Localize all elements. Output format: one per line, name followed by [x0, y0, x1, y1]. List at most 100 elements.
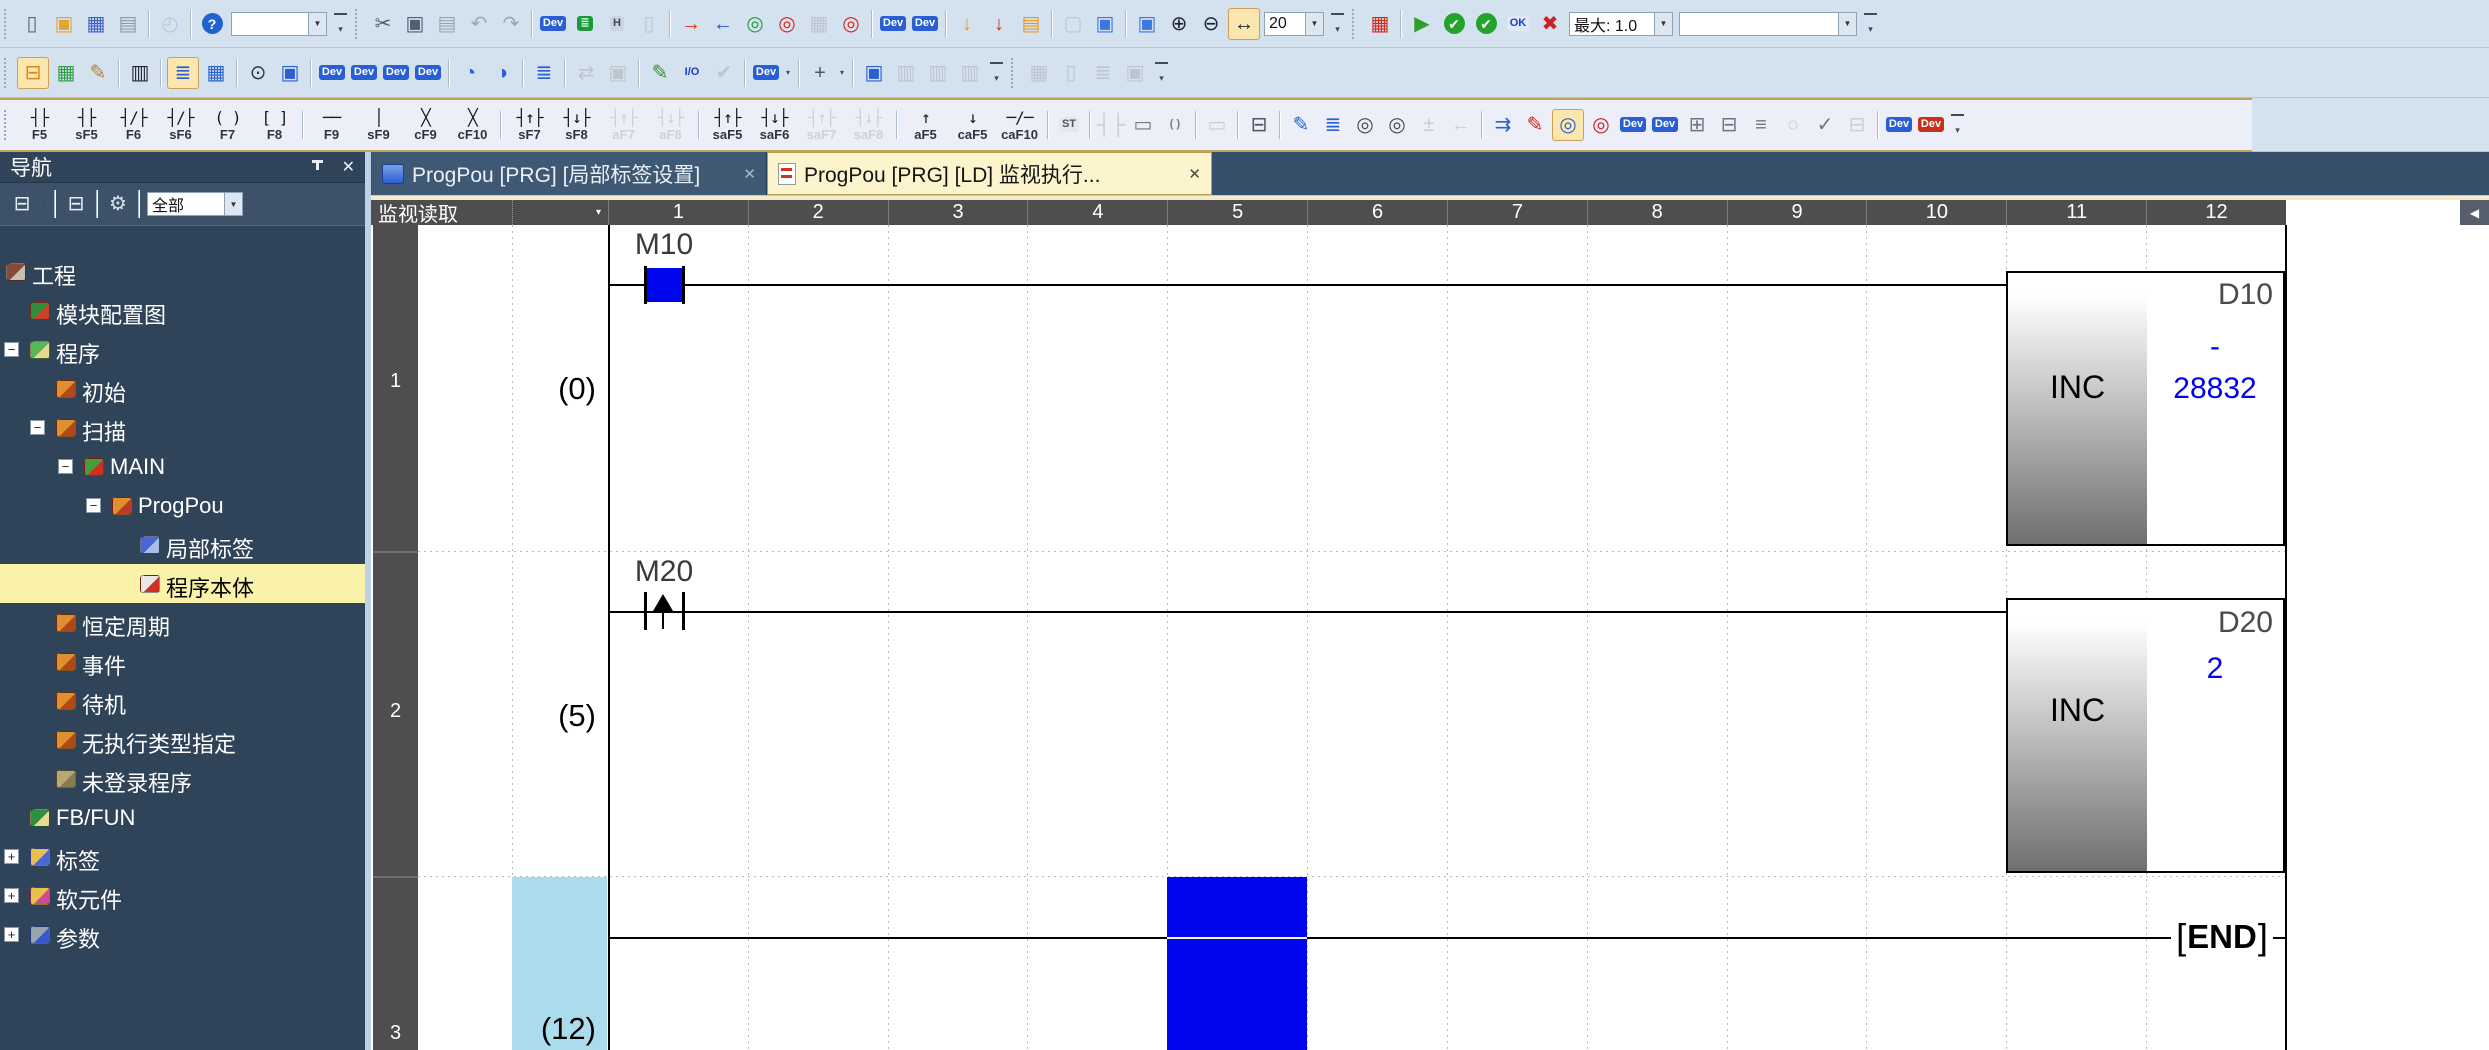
tree-item-fixed-cycle[interactable]: 恒定周期 — [0, 603, 365, 642]
dropdown-arrow[interactable]: ▾ — [38, 200, 50, 209]
dev-search-icon[interactable]: Dev — [1618, 110, 1648, 140]
open-project-icon[interactable]: ▣ — [49, 9, 79, 39]
check-gray-icon[interactable]: ✔ — [709, 58, 739, 88]
tree-item-fb-fun[interactable]: FB/FUN — [0, 798, 365, 837]
convert-check-icon[interactable]: ✔ — [1439, 9, 1469, 39]
edit-pencil-icon[interactable]: ✎ — [1286, 110, 1316, 140]
device-network-icon[interactable]: Dev — [413, 58, 443, 88]
tab-close-icon[interactable]: ✕ — [743, 165, 756, 183]
io-check-icon[interactable]: I/O — [677, 58, 707, 88]
doc-pale-icon[interactable]: ▯ — [634, 9, 664, 39]
element-selection-icon[interactable]: ▦ — [51, 58, 81, 88]
zoom-level-combo[interactable]: 20▼ — [1264, 12, 1324, 36]
horizontal-line-tool[interactable]: ──F9 — [308, 102, 355, 148]
label-editor-icon[interactable]: ✎ — [83, 58, 113, 88]
help-icon[interactable]: ? — [197, 9, 227, 39]
read-from-plc-icon[interactable]: ← — [708, 9, 738, 39]
edit-box-icon[interactable]: ✎ — [645, 58, 675, 88]
zoom-out-icon[interactable]: ⊖ — [1196, 9, 1226, 39]
pin-icon[interactable] — [312, 160, 324, 174]
dropdown-arrow[interactable]: ▾ — [782, 68, 794, 77]
quick-access-combo[interactable]: ▼ — [231, 12, 327, 36]
tree-filter-combo[interactable]: 全部▼ — [147, 192, 243, 216]
tree-toggle[interactable]: − — [30, 420, 45, 435]
ladder-block-1-icon[interactable]: ▥ — [891, 58, 921, 88]
fb-call-icon[interactable]: ▭ — [1128, 110, 1158, 140]
watch-doc-icon[interactable]: ▤ — [1016, 9, 1046, 39]
module-chip-icon[interactable]: ▥ — [125, 58, 155, 88]
line-back-gray-icon[interactable]: ← — [1446, 110, 1476, 140]
save-project-icon[interactable]: ▦ — [81, 9, 111, 39]
selected-cell[interactable] — [1167, 877, 1307, 1050]
remote-operation-icon[interactable]: ◎ — [772, 9, 802, 39]
device-read-icon[interactable]: ◎ — [836, 9, 866, 39]
simulation-run-icon[interactable]: ▶ — [1407, 9, 1437, 39]
watch-window-1-icon[interactable]: ◔ — [455, 58, 485, 88]
tree-item-unregistered[interactable]: 未登录程序 — [0, 759, 365, 798]
falling-pulse-tool[interactable]: ↓caF5 — [949, 102, 996, 148]
tree-filter-icon[interactable]: ⊟ — [7, 189, 37, 219]
device-edit-red-icon[interactable]: ✎ — [1520, 110, 1550, 140]
tree-item-program-body[interactable]: 程序本体 — [0, 564, 365, 603]
buffer-monitor-icon[interactable]: ≣ — [570, 9, 600, 39]
device-compare-red-icon[interactable]: Dev — [1916, 110, 1946, 140]
ladder-editor-icon[interactable]: ≣ — [167, 57, 199, 89]
toolbar-overflow-button[interactable]: ▾ — [1864, 13, 1877, 35]
tree-item-program[interactable]: −程序 — [0, 330, 365, 369]
zoom-in-icon[interactable]: ⊕ — [1164, 9, 1194, 39]
coil-tool[interactable]: ( )F7 — [204, 102, 251, 148]
delete-horizontal-line-tool[interactable]: ╳cF9 — [402, 102, 449, 148]
device-replace-red-icon[interactable]: ◎ — [1586, 110, 1616, 140]
memory-card-icon[interactable]: ▦ — [1024, 58, 1054, 88]
window-gray-icon[interactable]: ▢ — [1058, 9, 1088, 39]
device-test-icon[interactable]: Dev — [751, 58, 781, 88]
navigation-window-icon[interactable]: ⊟ — [17, 57, 49, 89]
watch-window-2-icon[interactable]: ◑ — [487, 58, 517, 88]
cut-icon[interactable]: ✂ — [368, 9, 398, 39]
toolbar-overflow-button[interactable]: ▾ — [1155, 62, 1168, 84]
print-icon[interactable]: ▤ — [113, 9, 143, 39]
device-display-icon[interactable]: Dev — [538, 9, 568, 39]
find-replace-icon[interactable]: ▣ — [275, 58, 305, 88]
tree-toggle[interactable]: − — [58, 459, 73, 474]
tree-toggle[interactable]: + — [4, 927, 19, 942]
hex-monitor-icon[interactable]: H — [602, 9, 632, 39]
align-statement-icon[interactable]: ≡ — [1746, 110, 1776, 140]
crosshair-find-icon[interactable]: + — [805, 58, 835, 88]
write-to-plc-icon[interactable]: → — [676, 9, 706, 39]
module-gray-icon[interactable]: ▯ — [1056, 58, 1086, 88]
window-blue-icon[interactable]: ▣ — [1090, 9, 1120, 39]
redo-icon[interactable]: ↷ — [496, 9, 526, 39]
insert-row-icon[interactable]: ⊞ — [1682, 110, 1712, 140]
rising-edge-arrow[interactable] — [653, 594, 673, 611]
pulse-not-close-branch-tool[interactable]: ┤↓├saF8 — [845, 102, 892, 148]
list-gray-icon[interactable]: ≣ — [1088, 58, 1118, 88]
tree-item-label[interactable]: +标签 — [0, 837, 365, 876]
module-diagnostics-icon[interactable]: ▦ — [1365, 9, 1395, 39]
delete-row-icon[interactable]: ⊟ — [1714, 110, 1744, 140]
close-contact-tool[interactable]: ┤/├F6 — [110, 102, 157, 148]
tab-close-icon[interactable]: ✕ — [1188, 165, 1201, 183]
cross-reference-icon[interactable]: ⇉ — [1488, 110, 1518, 140]
undo-icon[interactable]: ↶ — [464, 9, 494, 39]
pulse-not-close-tool[interactable]: ┤↓├saF6 — [751, 102, 798, 148]
find-binoculars-icon[interactable]: ⊙ — [243, 58, 273, 88]
fb-gray-icon[interactable]: ▣ — [1120, 58, 1150, 88]
find-doc-icon[interactable]: ◎ — [1382, 110, 1412, 140]
device-compare-blue-icon[interactable]: Dev — [1884, 110, 1914, 140]
tree-toggle[interactable]: − — [4, 342, 19, 357]
copy-icon[interactable]: ▣ — [400, 9, 430, 39]
scan-time-max-combo[interactable]: 最大: 1.0▼ — [1569, 12, 1673, 36]
dropdown-arrow[interactable]: ▾ — [836, 68, 848, 77]
end-instruction[interactable]: END — [2171, 916, 2273, 958]
pulse-not-open-tool[interactable]: ┤↑├saF5 — [704, 102, 751, 148]
window-new-icon[interactable]: ▣ — [1132, 9, 1162, 39]
wrap-line-gray-icon[interactable]: ○ — [1778, 110, 1808, 140]
find-circle-icon[interactable]: ◎ — [1350, 110, 1380, 140]
monitor-dropdown[interactable]: ▾ — [512, 200, 608, 225]
paste-icon[interactable]: ▤ — [432, 9, 462, 39]
st-inline-box-icon[interactable]: ST — [1054, 110, 1084, 140]
list-check-icon[interactable]: ✓ — [1810, 110, 1840, 140]
transfer-gray-icon[interactable]: ⇄ — [571, 58, 601, 88]
comment-gray-icon[interactable]: ⊟ — [1842, 110, 1872, 140]
